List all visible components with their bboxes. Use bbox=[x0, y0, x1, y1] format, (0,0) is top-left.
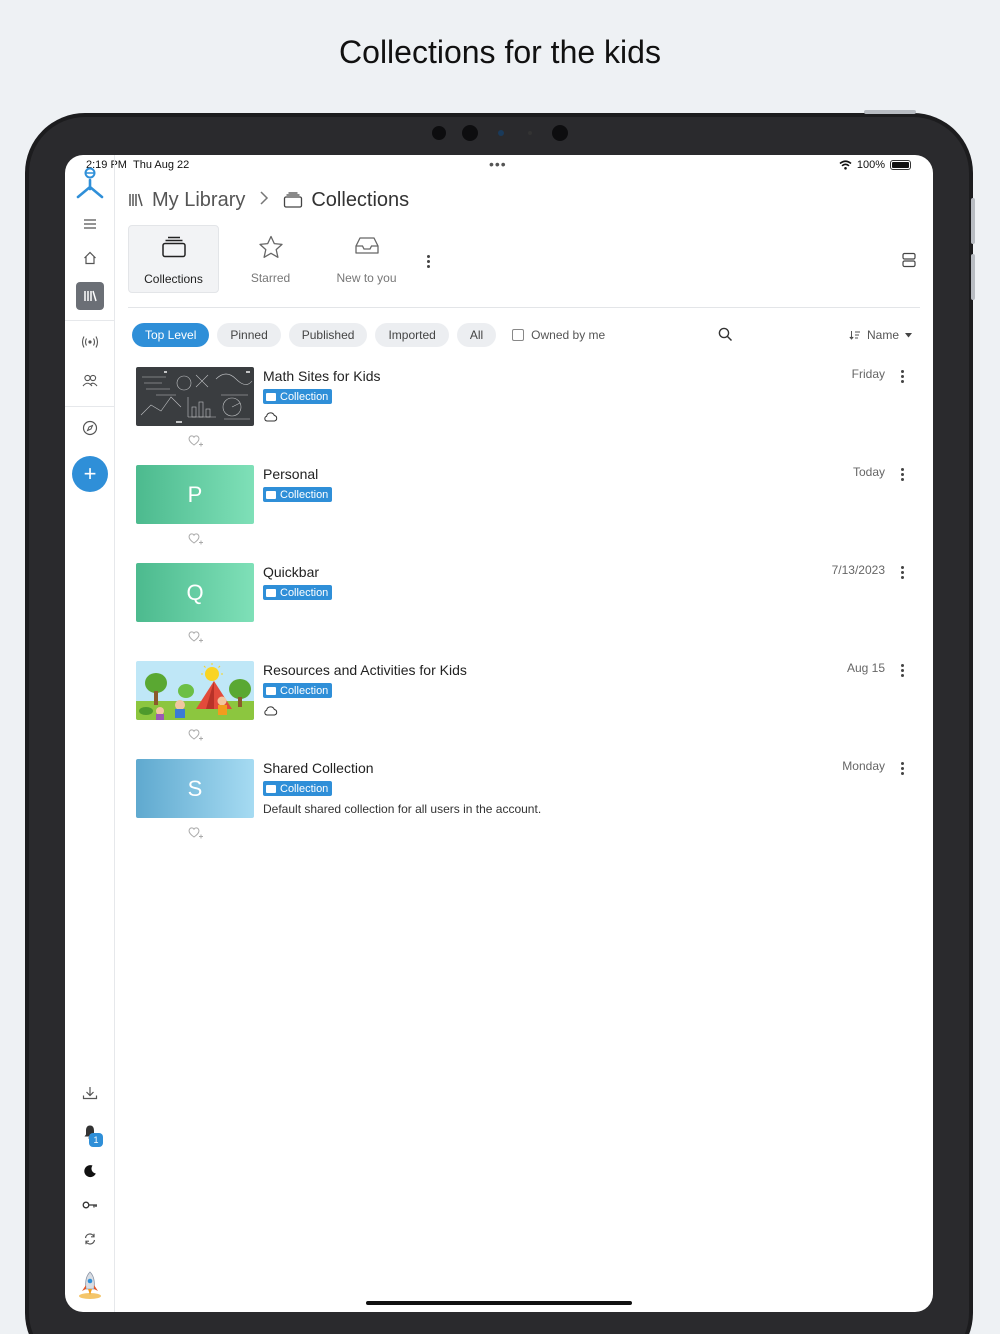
item-title[interactable]: Math Sites for Kids bbox=[263, 368, 381, 384]
collection-tag: Collection bbox=[263, 487, 333, 502]
download-icon[interactable] bbox=[65, 1086, 115, 1100]
library-icon bbox=[129, 193, 143, 207]
collection-icon bbox=[266, 588, 276, 597]
item-title[interactable]: Quickbar bbox=[263, 564, 319, 580]
tab-collections[interactable]: Collections bbox=[128, 225, 219, 293]
collection-icon bbox=[266, 686, 276, 695]
menu-icon[interactable] bbox=[65, 218, 115, 230]
sync-icon[interactable] bbox=[65, 1232, 115, 1246]
owned-by-me-filter[interactable]: Owned by me bbox=[512, 328, 605, 342]
list-item[interactable]: Math Sites for Kids Collection Friday bbox=[136, 367, 916, 457]
item-description: Default shared collection for all users … bbox=[263, 802, 542, 816]
item-date: 7/13/2023 bbox=[831, 563, 885, 577]
search-icon[interactable] bbox=[718, 327, 733, 347]
status-bar: 2:19 PM Thu Aug 22 ••• 100% bbox=[65, 155, 933, 177]
item-date: Friday bbox=[851, 367, 885, 381]
collection-tag: Collection bbox=[263, 683, 333, 698]
favorite-add-icon[interactable] bbox=[188, 728, 204, 746]
status-date: Thu Aug 22 bbox=[133, 159, 190, 171]
collection-tag: Collection bbox=[263, 389, 333, 404]
favorite-add-icon[interactable] bbox=[188, 532, 204, 550]
users-icon[interactable] bbox=[65, 374, 115, 387]
item-title[interactable]: Personal bbox=[263, 466, 318, 482]
sidebar: + 1 bbox=[65, 155, 115, 1312]
item-thumbnail[interactable]: Q bbox=[136, 563, 254, 622]
cloud-icon bbox=[263, 703, 278, 721]
item-more-icon[interactable] bbox=[896, 762, 908, 775]
dark-mode-icon[interactable] bbox=[65, 1164, 115, 1178]
owned-by-me-checkbox[interactable] bbox=[512, 329, 525, 341]
home-icon[interactable] bbox=[65, 251, 115, 265]
collection-icon bbox=[266, 490, 276, 499]
star-icon bbox=[258, 235, 283, 258]
caret-down-icon bbox=[905, 332, 913, 337]
item-title[interactable]: Shared Collection bbox=[263, 760, 374, 776]
cloud-icon bbox=[263, 409, 278, 427]
inbox-icon bbox=[354, 237, 379, 254]
filter-all[interactable]: All bbox=[456, 323, 497, 347]
filter-bar: Top Level Pinned Published Imported All … bbox=[132, 323, 605, 347]
wifi-icon bbox=[839, 160, 852, 170]
top-button bbox=[864, 110, 916, 114]
key-icon[interactable] bbox=[65, 1200, 115, 1210]
item-more-icon[interactable] bbox=[896, 370, 908, 383]
compass-icon[interactable] bbox=[65, 420, 115, 436]
sort-icon bbox=[849, 331, 860, 340]
volume-up-button bbox=[971, 198, 975, 244]
list-item[interactable]: Resources and Activities for Kids Collec… bbox=[136, 661, 916, 751]
item-more-icon[interactable] bbox=[896, 468, 908, 481]
notification-badge: 1 bbox=[89, 1133, 103, 1147]
breadcrumb-collections: Collections bbox=[311, 188, 410, 211]
item-thumbnail[interactable]: S bbox=[136, 759, 254, 818]
item-date: Aug 15 bbox=[846, 661, 885, 675]
add-button[interactable]: + bbox=[72, 456, 108, 492]
item-thumbnail-kids-camping[interactable] bbox=[136, 661, 254, 720]
list-item[interactable]: P Personal Collection Today bbox=[136, 465, 916, 555]
chevron-right-icon bbox=[259, 190, 269, 211]
tabs-more-icon[interactable] bbox=[422, 255, 434, 268]
battery-percent: 100% bbox=[856, 159, 885, 171]
collection-icon bbox=[266, 392, 276, 401]
collections-icon bbox=[284, 192, 303, 208]
item-title[interactable]: Resources and Activities for Kids bbox=[263, 662, 467, 678]
app-logo-icon[interactable] bbox=[65, 167, 115, 201]
broadcast-icon[interactable] bbox=[65, 335, 115, 349]
rocket-avatar-icon[interactable] bbox=[65, 1270, 115, 1300]
list-item[interactable]: Q Quickbar Collection 7/13/2023 bbox=[136, 563, 916, 653]
battery-icon bbox=[890, 160, 911, 170]
tab-starred[interactable]: Starred bbox=[225, 225, 316, 293]
item-thumbnail-chalkboard[interactable] bbox=[136, 367, 254, 426]
item-date: Today bbox=[852, 465, 885, 479]
list-item[interactable]: S Shared Collection Collection Default s… bbox=[136, 759, 916, 849]
tab-new-to-you[interactable]: New to you bbox=[321, 225, 412, 293]
item-more-icon[interactable] bbox=[896, 664, 908, 677]
library-icon[interactable] bbox=[76, 282, 104, 310]
collection-tag: Collection bbox=[263, 781, 333, 796]
view-tabs: Collections Starred New to you bbox=[128, 225, 920, 295]
item-thumbnail[interactable]: P bbox=[136, 465, 254, 524]
favorite-add-icon[interactable] bbox=[188, 826, 204, 844]
layout-toggle-icon[interactable] bbox=[902, 252, 916, 273]
collection-icon bbox=[266, 784, 276, 793]
item-date: Monday bbox=[842, 759, 885, 773]
filter-top-level[interactable]: Top Level bbox=[132, 323, 210, 347]
collection-tag: Collection bbox=[263, 585, 333, 600]
volume-down-button bbox=[971, 254, 975, 300]
item-more-icon[interactable] bbox=[896, 566, 908, 579]
breadcrumb: My Library Collections bbox=[128, 188, 409, 212]
collections-icon bbox=[161, 236, 186, 258]
breadcrumb-my-library[interactable]: My Library bbox=[152, 189, 245, 212]
app-screen: 2:19 PM Thu Aug 22 ••• 100% + 1 My Libra… bbox=[65, 155, 933, 1312]
filter-published[interactable]: Published bbox=[288, 323, 368, 347]
filter-imported[interactable]: Imported bbox=[375, 323, 449, 347]
camera-bar bbox=[430, 125, 570, 142]
page-headline: Collections for the kids bbox=[339, 34, 661, 70]
filter-pinned[interactable]: Pinned bbox=[217, 323, 281, 347]
multitasking-dots-icon[interactable]: ••• bbox=[489, 156, 507, 172]
home-indicator[interactable] bbox=[366, 1301, 632, 1305]
sort-dropdown[interactable]: Name bbox=[849, 328, 913, 342]
favorite-add-icon[interactable] bbox=[188, 630, 204, 648]
favorite-add-icon[interactable] bbox=[188, 434, 204, 452]
